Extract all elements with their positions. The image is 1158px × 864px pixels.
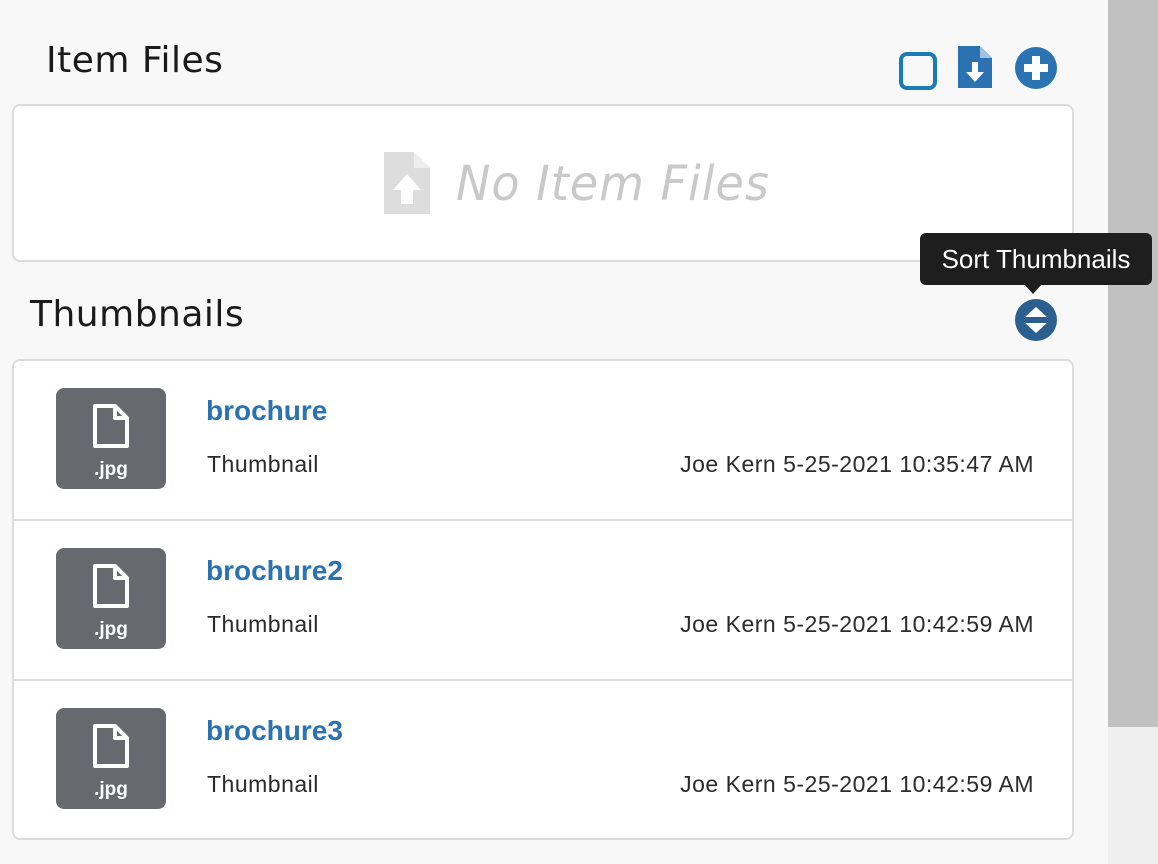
file-name-link[interactable]: brochure2 — [206, 555, 343, 587]
scrollbar-thumb[interactable] — [1108, 0, 1158, 727]
file-thumbnail[interactable]: .jpg — [56, 548, 166, 649]
file-icon — [93, 724, 129, 768]
file-type: Thumbnail — [207, 451, 319, 477]
file-upload-icon — [384, 152, 430, 214]
file-meta: Joe Kern 5-25-2021 10:42:59 AM — [680, 771, 1034, 797]
file-type: Thumbnail — [207, 771, 319, 797]
file-type: Thumbnail — [207, 611, 319, 637]
file-extension: .jpg — [94, 619, 128, 640]
add-file-button[interactable] — [1014, 46, 1058, 95]
thumbnails-title: Thumbnails — [30, 294, 245, 335]
thumbnail-row[interactable]: .jpg brochure2 Thumbnail Joe Kern 5-25-2… — [14, 521, 1072, 681]
file-name-link[interactable]: brochure3 — [206, 715, 343, 747]
file-extension: .jpg — [94, 779, 128, 800]
file-extension: .jpg — [94, 459, 128, 480]
thumbnails-panel: .jpg brochure Thumbnail Joe Kern 5-25-20… — [12, 359, 1074, 840]
file-icon — [93, 564, 129, 608]
item-files-toolbar — [896, 44, 1066, 90]
item-files-panel: No Item Files — [12, 104, 1074, 262]
download-button[interactable] — [956, 44, 996, 95]
item-files-title: Item Files — [46, 40, 224, 81]
file-thumbnail[interactable]: .jpg — [56, 708, 166, 809]
sort-thumbnails-tooltip: Sort Thumbnails — [920, 233, 1152, 294]
file-meta: Joe Kern 5-25-2021 10:42:59 AM — [680, 611, 1034, 637]
scrollbar-track[interactable] — [1108, 0, 1158, 864]
sort-icon — [1015, 299, 1057, 341]
empty-state-text: No Item Files — [456, 154, 770, 212]
file-meta: Joe Kern 5-25-2021 10:35:47 AM — [680, 451, 1034, 477]
checkbox-square-icon — [899, 52, 937, 90]
thumbnail-row[interactable]: .jpg brochure Thumbnail Joe Kern 5-25-20… — [14, 361, 1072, 521]
file-download-icon — [958, 46, 992, 88]
file-name-link[interactable]: brochure — [206, 395, 327, 427]
sort-thumbnails-button[interactable] — [1014, 298, 1058, 347]
thumbnail-row[interactable]: .jpg brochure3 Thumbnail Joe Kern 5-25-2… — [14, 681, 1072, 838]
select-all-checkbox[interactable] — [896, 49, 940, 98]
plus-circle-icon — [1015, 47, 1057, 89]
file-thumbnail[interactable]: .jpg — [56, 388, 166, 489]
file-icon — [93, 404, 129, 448]
empty-state: No Item Files — [382, 150, 770, 216]
